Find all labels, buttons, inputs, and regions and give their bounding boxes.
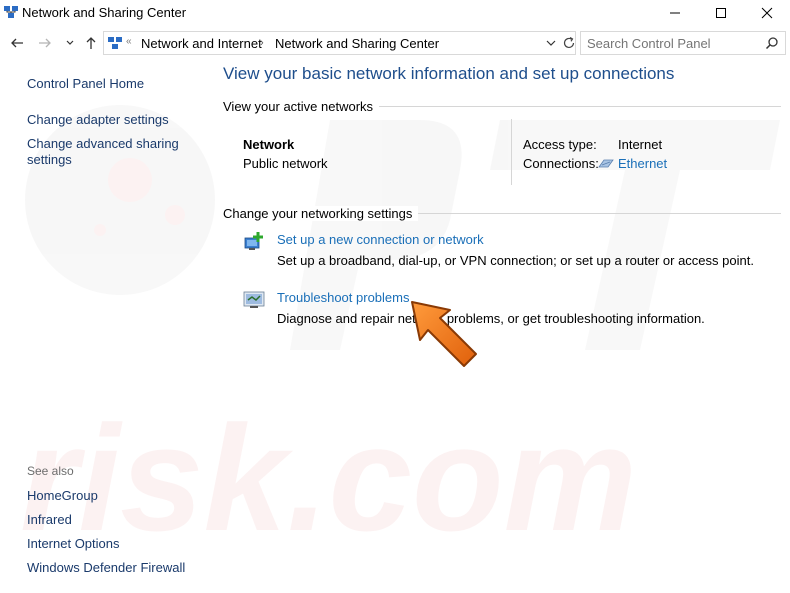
- chevron-down-icon[interactable]: [544, 36, 558, 50]
- page-title: View your basic network information and …: [223, 64, 675, 83]
- refresh-icon[interactable]: [561, 35, 577, 51]
- breadcrumb-overflow-icon[interactable]: «: [126, 36, 132, 47]
- network-type: Public network: [243, 156, 328, 171]
- change-advanced-sharing-link[interactable]: Change advanced sharing: [27, 136, 179, 152]
- new-connection-icon: [244, 232, 263, 250]
- up-arrow-icon: [86, 37, 96, 49]
- annotation-arrow-icon: [411, 301, 477, 367]
- close-button[interactable]: [744, 0, 790, 26]
- up-button[interactable]: [83, 35, 99, 51]
- search-input[interactable]: [587, 36, 757, 51]
- ethernet-icon: [598, 159, 614, 168]
- back-arrow-icon: [11, 38, 23, 48]
- control-panel-home-link[interactable]: Control Panel Home: [27, 76, 144, 92]
- minimize-button[interactable]: [652, 0, 698, 26]
- ethernet-connection-link[interactable]: Ethernet: [618, 156, 667, 171]
- minimize-icon: [670, 12, 680, 14]
- setup-new-connection-description: Set up a broadband, dial-up, or VPN conn…: [277, 253, 754, 268]
- change-adapter-settings-link[interactable]: Change adapter settings: [27, 112, 169, 128]
- setup-new-connection-link[interactable]: Set up a new connection or network: [277, 232, 484, 247]
- search-icon[interactable]: [765, 36, 779, 50]
- breadcrumb-network-and-internet[interactable]: Network and Internet: [141, 36, 262, 51]
- forward-arrow-icon: [39, 38, 51, 48]
- search-box[interactable]: [580, 31, 786, 55]
- navigation-bar: « Network and Internet › Network and Sha…: [0, 28, 790, 58]
- troubleshoot-icon: [243, 291, 265, 308]
- breadcrumb-network-sharing-center[interactable]: Network and Sharing Center: [275, 36, 439, 51]
- access-type-value: Internet: [618, 137, 663, 152]
- recent-locations-button[interactable]: [62, 35, 78, 51]
- maximize-icon: [716, 8, 726, 18]
- connections-label: Connections:: [523, 156, 599, 171]
- maximize-button[interactable]: [698, 0, 744, 26]
- active-networks-heading: View your active networks: [223, 99, 380, 114]
- network-center-icon: [4, 6, 18, 18]
- infrared-link[interactable]: Infrared: [27, 512, 72, 528]
- control-panel-icon: [108, 37, 122, 49]
- network-name: Network: [243, 137, 295, 152]
- network-info-divider: [511, 119, 512, 185]
- address-bar[interactable]: « Network and Internet › Network and Sha…: [103, 31, 576, 55]
- breadcrumb-separator-icon[interactable]: ›: [260, 37, 264, 49]
- forward-button[interactable]: [37, 35, 53, 51]
- back-button[interactable]: [9, 35, 25, 51]
- access-type-label: Access type:: [523, 137, 597, 152]
- internet-options-link[interactable]: Internet Options: [27, 536, 120, 552]
- change-advanced-sharing-link-line2[interactable]: settings: [27, 152, 72, 168]
- see-also-header: See also: [27, 464, 74, 478]
- title-bar: Network and Sharing Center: [0, 0, 790, 26]
- chevron-down-icon: [66, 40, 74, 45]
- change-networking-settings-heading: Change your networking settings: [223, 206, 419, 221]
- window-title: Network and Sharing Center: [22, 5, 187, 20]
- close-icon: [761, 7, 773, 19]
- troubleshoot-problems-link[interactable]: Troubleshoot problems: [277, 290, 409, 305]
- homegroup-link[interactable]: HomeGroup: [27, 488, 98, 504]
- windows-defender-firewall-link[interactable]: Windows Defender Firewall: [27, 560, 185, 576]
- troubleshoot-problems-description: Diagnose and repair network problems, or…: [277, 311, 705, 326]
